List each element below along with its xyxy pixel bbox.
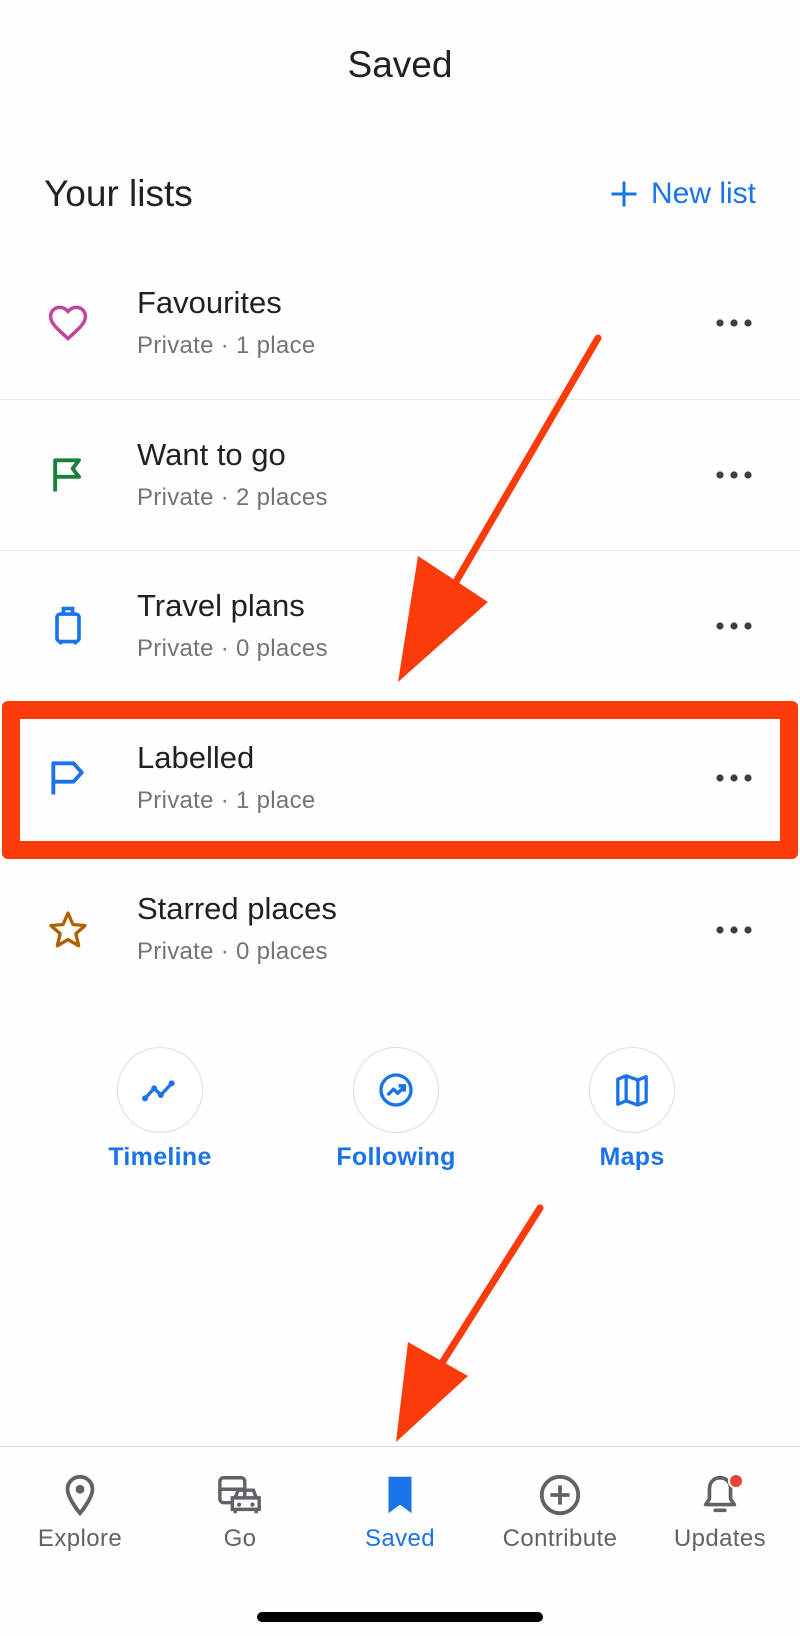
heart-icon [44,299,92,347]
add-circle-icon [534,1469,586,1521]
list-subtitle: Private · 2 places [137,483,328,511]
more-options-icon[interactable] [712,301,756,345]
list-item-travel-plans[interactable]: Travel plans Private · 0 places [0,551,800,703]
label-flag-icon [44,754,92,802]
list-name: Travel plans [137,588,305,623]
following-icon [353,1047,439,1133]
notification-badge [728,1473,744,1489]
list-subtitle: Private · 0 places [137,938,328,965]
annotation-arrow-bottom [396,1204,544,1442]
list-item-labelled[interactable]: Labelled Private · 1 place [0,703,800,855]
nav-label: Updates [673,1525,767,1552]
more-options-icon[interactable] [712,453,756,497]
bottom-navigation: Explore Go Saved Contribute Updates [0,1446,800,1636]
bookmark-icon [374,1469,426,1521]
nav-updates[interactable]: Updates [640,1469,800,1553]
nav-label: Explore [37,1525,123,1552]
saved-lists: Favourites Private · 1 place Want to go … [0,248,800,1006]
list-subtitle: Private · 1 place [137,786,316,814]
suitcase-icon [44,602,92,650]
list-item-want-to-go[interactable]: Want to go Private · 2 places [0,400,800,551]
list-item-starred-places[interactable]: Starred places Private · 0 places [0,854,800,1006]
lists-header: Your lists New list [44,166,756,222]
timeline-icon [117,1047,203,1133]
more-options-icon[interactable] [712,604,756,648]
lists-title: Your lists [44,173,193,214]
list-subtitle: Private · 1 place [137,332,316,359]
commute-icon [214,1469,266,1521]
bell-icon [694,1469,746,1521]
nav-go[interactable]: Go [160,1469,320,1553]
map-icon [589,1047,675,1133]
plus-icon [611,181,637,207]
nav-contribute[interactable]: Contribute [480,1469,640,1553]
nav-label: Saved [364,1525,436,1552]
list-item-favourites[interactable]: Favourites Private · 1 place [0,248,800,400]
new-list-button[interactable]: New list [609,177,756,211]
list-subtitle: Private · 0 places [137,635,328,662]
maps-shortcut[interactable]: Maps [532,1047,732,1172]
shortcut-row: Timeline Following Maps [0,1047,800,1177]
nav-saved[interactable]: Saved [320,1469,480,1553]
home-indicator [257,1612,543,1622]
star-icon [44,906,92,954]
more-options-icon[interactable] [712,908,756,952]
list-name: Starred places [137,891,337,926]
list-name: Want to go [137,436,286,472]
following-label: Following [336,1143,456,1171]
flag-icon [44,451,92,499]
maps-label: Maps [599,1143,665,1171]
header-title: Saved [347,44,453,85]
more-options-icon[interactable] [712,756,756,800]
nav-label: Contribute [502,1525,618,1552]
new-list-label: New list [650,177,756,210]
nav-explore[interactable]: Explore [0,1469,160,1553]
timeline-shortcut[interactable]: Timeline [60,1047,260,1172]
list-name: Labelled [137,739,255,775]
nav-label: Go [223,1525,257,1552]
following-shortcut[interactable]: Following [296,1047,496,1172]
timeline-label: Timeline [108,1143,212,1171]
location-pin-icon [54,1469,106,1521]
list-name: Favourites [137,285,282,320]
